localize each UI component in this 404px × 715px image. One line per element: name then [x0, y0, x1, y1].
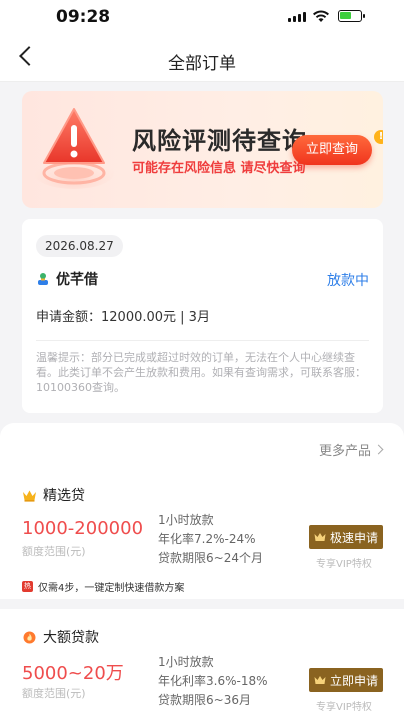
order-tip: 温馨提示：部分已完成或超过时效的订单，无法在个人中心继续查看。此类订单不会产生放…	[36, 351, 366, 394]
order-brand: 优芊借	[36, 269, 98, 289]
warning-triangle-icon	[34, 108, 114, 189]
section-separator	[0, 599, 404, 609]
wifi-icon	[313, 10, 329, 22]
products-section: 更多产品 精选贷 1000-200000 额度范围(元) 1小时放款 年化率7.…	[0, 423, 404, 715]
crown-icon	[23, 490, 36, 502]
brand-name: 优芊借	[56, 272, 98, 288]
apply-label: 立即申请	[329, 673, 378, 688]
promo-banner[interactable]: 热 仅需4步，一键定制快速借款方案	[22, 579, 184, 594]
page-title: 全部订单	[168, 54, 236, 74]
status-bar: 09:28	[0, 0, 404, 36]
cellular-signal-icon	[288, 12, 306, 22]
crown-icon	[314, 676, 326, 684]
status-time: 09:28	[56, 7, 111, 27]
order-amount: 申请金额：12000.00元 | 3月	[36, 310, 210, 325]
nav-bar: 全部订单	[0, 36, 404, 82]
hot-badge-icon: 热	[22, 581, 33, 592]
more-products-link[interactable]: 更多产品	[318, 440, 384, 459]
query-now-button[interactable]: 立即查询	[292, 135, 372, 165]
alert-badge: !	[374, 130, 383, 144]
fast-apply-button[interactable]: 极速申请	[309, 525, 383, 549]
product-range-label: 额度范围(元)	[22, 687, 86, 700]
apply-now-button[interactable]: 立即申请	[309, 668, 383, 692]
order-card[interactable]: 2026.08.27 优芊借 放款中 申请金额：12000.00元 | 3月 温…	[22, 219, 383, 413]
order-date: 2026.08.27	[36, 235, 123, 257]
feature-text: 年化利率3.6%-18%	[158, 674, 268, 688]
product-range-label: 额度范围(元)	[22, 545, 86, 558]
banner-subtitle: 可能存在风险信息 请尽快查询	[132, 161, 306, 176]
product-name: 精选贷	[43, 488, 85, 504]
risk-banner[interactable]: 风险评测待查询 可能存在风险信息 请尽快查询 立即查询 !	[22, 91, 383, 208]
crown-icon	[314, 533, 326, 541]
apply-label: 极速申请	[329, 530, 378, 545]
vip-label: 专享VIP特权	[316, 559, 372, 570]
order-status: 放款中	[327, 273, 369, 289]
feature-text: 1小时放款	[158, 655, 214, 669]
chevron-right-icon	[373, 444, 384, 455]
product-range: 5000~20万	[22, 663, 124, 684]
battery-icon	[338, 10, 365, 22]
promo-text: 仅需4步，一键定制快速借款方案	[38, 583, 185, 594]
product-header: 大额贷款	[22, 627, 99, 647]
feature-text: 贷款期限6~36月	[158, 693, 251, 707]
divider	[36, 340, 369, 341]
banner-title: 风险评测待查询	[132, 127, 307, 155]
product-name: 大额贷款	[43, 630, 99, 646]
feature-text: 1小时放款	[158, 513, 214, 527]
feature-text: 贷款期限6~24个月	[158, 551, 263, 565]
more-products-label: 更多产品	[318, 444, 371, 459]
vip-label: 专享VIP特权	[316, 702, 372, 713]
page: 09:28 全部订单 风险评测待查询 可能存在风险信息 请尽快查询 立即查询 !…	[0, 0, 404, 715]
brand-logo-icon	[38, 273, 48, 285]
product-features: 1小时放款 年化利率3.6%-18% 贷款期限6~36月	[158, 653, 268, 710]
product-features: 1小时放款 年化率7.2%-24% 贷款期限6~24个月	[158, 511, 263, 568]
fire-badge-icon	[23, 631, 36, 643]
feature-text: 年化率7.2%-24%	[158, 532, 256, 546]
product-range: 1000-200000	[22, 518, 144, 539]
product-header: 精选贷	[22, 485, 85, 505]
